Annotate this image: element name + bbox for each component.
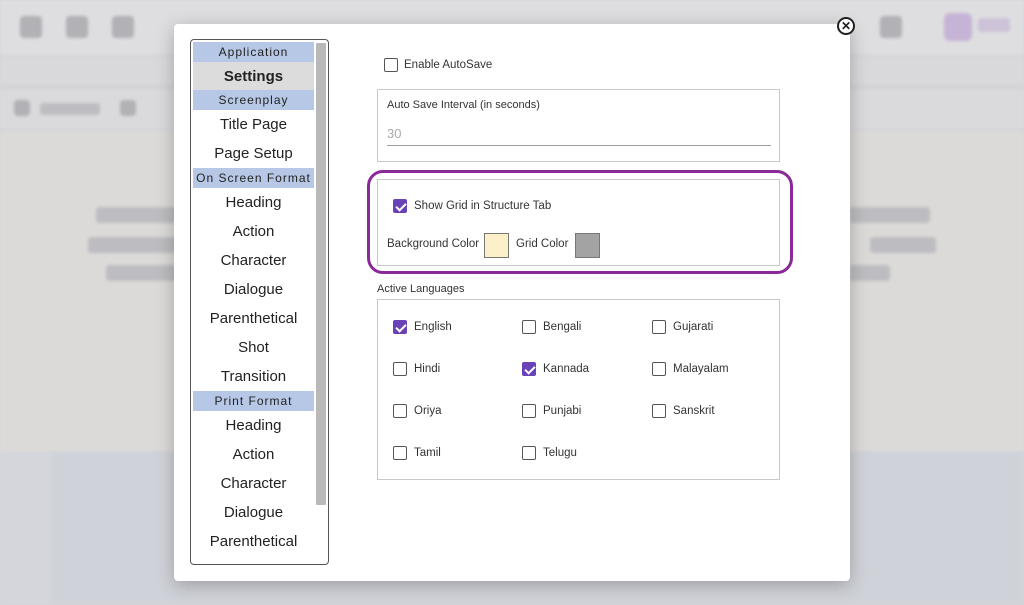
nav-item-print-dialogue[interactable]: Dialogue (193, 498, 314, 527)
language-label-gujarati: Gujarati (673, 321, 714, 333)
nav-item-page-setup[interactable]: Page Setup (193, 139, 314, 168)
language-checkbox-tamil[interactable] (393, 446, 407, 460)
settings-nav: Application Settings Screenplay Title Pa… (190, 39, 329, 565)
close-button[interactable]: ✕ (837, 17, 855, 35)
nav-item-print-parenthetical[interactable]: Parenthetical (193, 527, 314, 556)
nav-item-onscreen-character[interactable]: Character (193, 246, 314, 275)
language-label-hindi: Hindi (414, 363, 441, 375)
nav-header-application: Application (193, 42, 314, 62)
language-checkbox-punjabi[interactable] (522, 404, 536, 418)
nav-item-onscreen-transition[interactable]: Transition (193, 362, 314, 391)
nav-header-on-screen-format: On Screen Format (193, 168, 314, 188)
language-label-kannada: Kannada (543, 363, 590, 375)
language-label-telugu: Telugu (543, 447, 577, 459)
language-label-tamil: Tamil (414, 447, 441, 459)
nav-item-onscreen-heading[interactable]: Heading (193, 188, 314, 217)
language-checkbox-gujarati[interactable] (652, 320, 666, 334)
grid-color-swatch[interactable] (575, 233, 600, 258)
language-label-bengali: Bengali (543, 321, 582, 333)
nav-item-settings[interactable]: Settings (193, 62, 314, 90)
nav-item-print-action[interactable]: Action (193, 440, 314, 469)
language-checkbox-sanskrit[interactable] (652, 404, 666, 418)
language-checkbox-english[interactable] (393, 320, 407, 334)
language-label-malayalam: Malayalam (673, 363, 729, 375)
enable-autosave-checkbox[interactable] (384, 58, 398, 72)
nav-item-onscreen-parenthetical[interactable]: Parenthetical (193, 304, 314, 333)
background-color-label: Background Color (387, 238, 480, 250)
language-label-punjabi: Punjabi (543, 405, 582, 417)
language-label-oriya: Oriya (414, 405, 442, 417)
nav-header-screenplay: Screenplay (193, 90, 314, 110)
autosave-interval-label: Auto Save Interval (in seconds) (387, 99, 540, 111)
close-icon: ✕ (840, 19, 852, 33)
language-label-sanskrit: Sanskrit (673, 405, 715, 417)
nav-item-print-character[interactable]: Character (193, 469, 314, 498)
language-checkbox-hindi[interactable] (393, 362, 407, 376)
language-checkbox-telugu[interactable] (522, 446, 536, 460)
active-languages-title: Active Languages (377, 283, 465, 295)
language-label-english: English (414, 321, 452, 333)
nav-item-onscreen-action[interactable]: Action (193, 217, 314, 246)
grid-color-label: Grid Color (516, 238, 569, 250)
autosave-interval-input[interactable] (387, 122, 771, 146)
highlight-ring (367, 170, 793, 274)
language-checkbox-bengali[interactable] (522, 320, 536, 334)
language-checkbox-malayalam[interactable] (652, 362, 666, 376)
enable-autosave-label: Enable AutoSave (404, 59, 493, 71)
language-checkbox-oriya[interactable] (393, 404, 407, 418)
nav-item-onscreen-shot[interactable]: Shot (193, 333, 314, 362)
nav-header-print-format: Print Format (193, 391, 314, 411)
nav-item-onscreen-dialogue[interactable]: Dialogue (193, 275, 314, 304)
nav-scrollbar[interactable] (316, 43, 326, 505)
show-grid-checkbox[interactable] (393, 199, 407, 213)
show-grid-label: Show Grid in Structure Tab (414, 200, 552, 212)
nav-item-title-page[interactable]: Title Page (193, 110, 314, 139)
nav-item-print-heading[interactable]: Heading (193, 411, 314, 440)
background-color-swatch[interactable] (484, 233, 509, 258)
language-checkbox-kannada[interactable] (522, 362, 536, 376)
